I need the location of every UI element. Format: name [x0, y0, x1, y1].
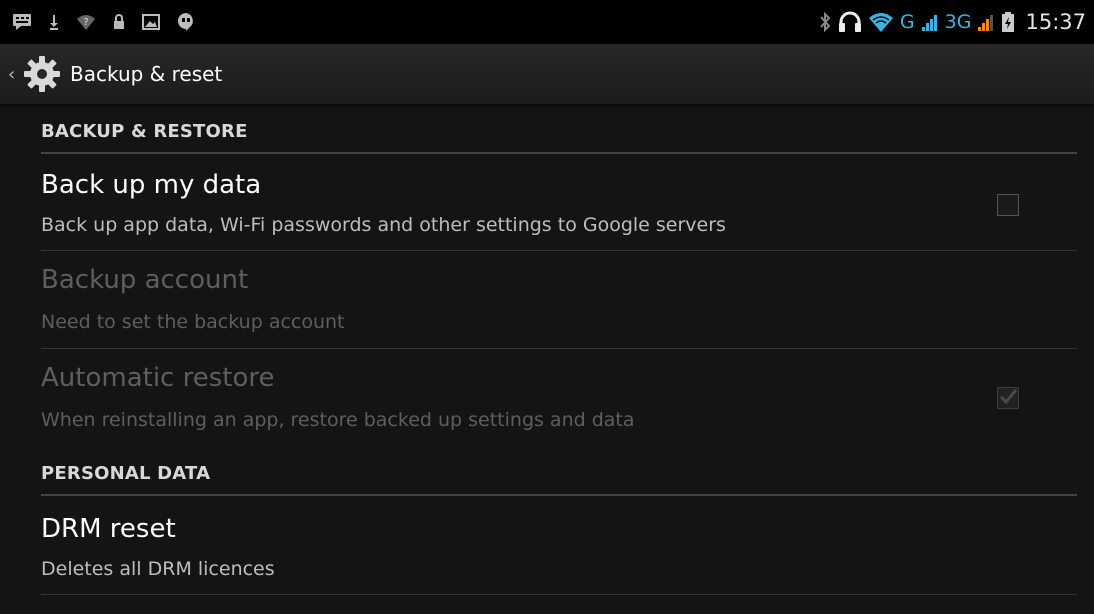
section-header-label: BACKUP & RESTORE — [41, 121, 248, 142]
section-header-label: PERSONAL DATA — [41, 463, 211, 484]
up-navigation-caret-icon[interactable]: ‹ — [8, 64, 20, 85]
pref-back-up-my-data[interactable]: Back up my data Back up app data, Wi-Fi … — [41, 154, 1077, 250]
signal-strength-icon — [921, 12, 939, 32]
notification-icons: ? — [0, 12, 196, 32]
settings-gear-icon[interactable] — [22, 54, 62, 94]
bluetooth-icon — [818, 11, 832, 33]
wifi-question-icon: ? — [76, 13, 96, 31]
message-icon — [12, 13, 32, 31]
clock: 15:37 — [1025, 10, 1086, 34]
image-icon — [142, 13, 160, 31]
pref-summary: Back up app data, Wi-Fi passwords and ot… — [41, 214, 726, 236]
network-type-2: 3G — [944, 11, 972, 33]
pref-title: Back up my data — [41, 170, 262, 200]
download-icon — [48, 13, 60, 31]
pref-summary: Need to set the backup account — [41, 311, 345, 333]
section-header-personal-data: PERSONAL DATA — [41, 446, 1077, 496]
automatic-restore-checkbox — [997, 387, 1019, 409]
network-type-1: G — [899, 11, 915, 33]
status-bar: ? G 3G 15:37 — [0, 0, 1094, 44]
lock-icon — [112, 13, 126, 31]
battery-charging-icon — [1001, 11, 1015, 33]
pref-summary: Deletes all DRM licences — [41, 558, 275, 580]
system-icons: G 3G 15:37 — [818, 0, 1086, 44]
pref-drm-reset[interactable]: DRM reset Deletes all DRM licences — [41, 496, 1077, 594]
svg-text:?: ? — [83, 17, 88, 28]
pref-title: Backup account — [41, 265, 249, 295]
page-title: Backup & reset — [70, 62, 223, 86]
headset-icon — [838, 11, 862, 33]
divider — [41, 594, 1077, 595]
action-bar: ‹ Backup & reset — [0, 44, 1094, 104]
pref-title: Automatic restore — [41, 363, 275, 393]
back-up-my-data-checkbox[interactable] — [997, 194, 1019, 216]
checkmark-icon — [999, 389, 1018, 405]
wifi-icon — [868, 11, 894, 33]
section-header-backup-restore: BACKUP & RESTORE — [41, 104, 1077, 154]
talk-icon — [176, 12, 196, 32]
pref-automatic-restore: Automatic restore When reinstalling an a… — [41, 349, 1077, 446]
signal-strength-icon-2 — [977, 12, 995, 32]
pref-summary: When reinstalling an app, restore backed… — [41, 409, 635, 431]
pref-title: DRM reset — [41, 514, 176, 544]
pref-backup-account: Backup account Need to set the backup ac… — [41, 251, 1077, 348]
